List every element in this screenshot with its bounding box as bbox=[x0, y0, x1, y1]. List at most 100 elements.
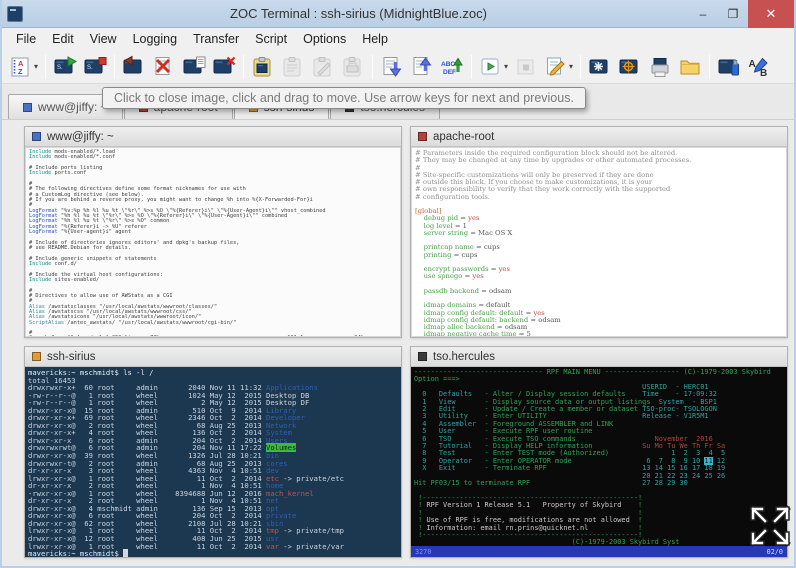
tooltip: Click to close image, click and drag to … bbox=[102, 87, 586, 109]
menu-logging[interactable]: Logging bbox=[125, 28, 186, 50]
window-title: ZOC Terminal : ssh-sirius (MidnightBlue.… bbox=[29, 6, 688, 21]
terminal-screen-ssh-sirius[interactable]: mavericks:~ mschmidt$ ls -l /total 16453… bbox=[25, 367, 401, 557]
colors-button[interactable] bbox=[715, 52, 743, 82]
terminal-line: Hit PF03/15 to terminate RPF 27 28 29 30 bbox=[414, 480, 784, 487]
session-overview-grid: www@jiffy: ~ Include mods-enabled/*.load… bbox=[2, 120, 794, 568]
close-button[interactable]: ✕ bbox=[748, 0, 794, 28]
disconnect-button[interactable] bbox=[150, 52, 178, 82]
run-script-button[interactable]: ▾ bbox=[477, 52, 510, 82]
terminal-line: passdb backend = odsam bbox=[415, 288, 783, 295]
paste-icon bbox=[251, 55, 275, 79]
terminal-screen-tso-hercules[interactable]: ------------------------------- RPF MAIN… bbox=[411, 367, 787, 557]
terminal-line: idmap negative cache time = 5 bbox=[415, 331, 783, 337]
new-session-icon bbox=[588, 55, 612, 79]
dropdown-caret-icon[interactable]: ▾ bbox=[504, 62, 508, 71]
tab-session-icon bbox=[23, 103, 32, 112]
maximize-button[interactable]: ❐ bbox=[718, 0, 748, 28]
terminal-line: # configuration tools. bbox=[415, 194, 783, 201]
send-file-button[interactable] bbox=[408, 52, 436, 82]
toolbar-separator bbox=[372, 55, 373, 79]
session-stop-icon: S. bbox=[83, 55, 107, 79]
terminal-line: mavericks:~ mschmidt$ ls -l / bbox=[28, 369, 398, 377]
pane-header[interactable]: www@jiffy: ~ bbox=[25, 127, 401, 147]
session-pane-apache-root: apache-root # Parameters inside the requ… bbox=[410, 126, 788, 338]
terminal-3270-status-bar: 327002/0 bbox=[411, 546, 787, 557]
paste-button[interactable] bbox=[249, 52, 277, 82]
sort-az-button[interactable]: AZ▾ bbox=[7, 52, 40, 82]
send-file-icon bbox=[410, 55, 434, 79]
toolbar: AZ▾S.S.ABCDEF▾▾AB bbox=[2, 50, 794, 84]
clipboard-print-icon bbox=[341, 55, 365, 79]
menu-view[interactable]: View bbox=[82, 28, 125, 50]
menu-file[interactable]: File bbox=[8, 28, 44, 50]
minimize-button[interactable]: – bbox=[688, 0, 718, 28]
stop-script-icon bbox=[514, 55, 538, 79]
disconnect-icon bbox=[152, 55, 176, 79]
menu-transfer[interactable]: Transfer bbox=[185, 28, 247, 50]
session-transcript-icon bbox=[182, 55, 206, 79]
run-script-icon bbox=[479, 55, 503, 79]
session-pane-www-jiffy: www@jiffy: ~ Include mods-enabled/*.load… bbox=[24, 126, 402, 338]
pane-title: www@jiffy: ~ bbox=[47, 131, 114, 143]
colors-icon bbox=[717, 55, 741, 79]
print-button[interactable] bbox=[646, 52, 674, 82]
toolbar-separator bbox=[709, 55, 710, 79]
menu-help[interactable]: Help bbox=[354, 28, 396, 50]
app-icon bbox=[7, 6, 23, 22]
svg-text:S.: S. bbox=[87, 65, 93, 71]
reconnect-button[interactable] bbox=[120, 52, 148, 82]
svg-text:B: B bbox=[760, 68, 767, 79]
menubar: FileEditViewLoggingTransferScriptOptions… bbox=[2, 28, 794, 50]
dropdown-caret-icon[interactable]: ▾ bbox=[569, 62, 573, 71]
pane-header[interactable]: apache-root bbox=[411, 127, 787, 147]
title-bar[interactable]: ZOC Terminal : ssh-sirius (MidnightBlue.… bbox=[2, 0, 794, 28]
session-start-button[interactable]: S. bbox=[51, 52, 79, 82]
send-text-icon: ABCDEF bbox=[440, 55, 464, 79]
copy-icon bbox=[281, 55, 305, 79]
menu-edit[interactable]: Edit bbox=[44, 28, 82, 50]
terminal-line: printing = cups bbox=[415, 252, 783, 259]
tab-label: www@jiffy: ~ bbox=[38, 100, 108, 114]
receive-file-button[interactable] bbox=[378, 52, 406, 82]
font-button[interactable]: AB bbox=[745, 52, 773, 82]
terminal-line: "apache2.conf" [readonly] 259 lines --73… bbox=[29, 336, 397, 337]
svg-text:DEF: DEF bbox=[443, 69, 456, 76]
svg-text:Z: Z bbox=[18, 67, 23, 76]
session-transcript-button[interactable] bbox=[180, 52, 208, 82]
session-status-icon bbox=[418, 352, 427, 361]
clipboard-print-button bbox=[339, 52, 367, 82]
terminal-line bbox=[415, 201, 783, 208]
session-status-icon bbox=[32, 352, 41, 361]
move-cursor-icon bbox=[744, 500, 796, 552]
send-text-button[interactable]: ABCDEF bbox=[438, 52, 466, 82]
connection-profile-button[interactable] bbox=[616, 52, 644, 82]
menu-options[interactable]: Options bbox=[295, 28, 354, 50]
terminal-line: ------------------------------- RPF MAIN… bbox=[414, 369, 784, 376]
receive-file-icon bbox=[380, 55, 404, 79]
pane-title: tso.hercules bbox=[433, 351, 495, 363]
terminal-screen-apache-root[interactable]: # Parameters inside the required configu… bbox=[411, 147, 787, 337]
pane-header[interactable]: ssh-sirius bbox=[25, 347, 401, 367]
toolbar-separator bbox=[243, 55, 244, 79]
session-status-icon bbox=[32, 132, 41, 141]
menu-script[interactable]: Script bbox=[247, 28, 295, 50]
new-session-button[interactable] bbox=[586, 52, 614, 82]
folder-icon bbox=[678, 55, 702, 79]
toolbar-separator bbox=[114, 55, 115, 79]
session-status-icon bbox=[418, 132, 427, 141]
terminal-line: mavericks:~ mschmidt$ bbox=[28, 550, 398, 557]
edit-script-icon bbox=[544, 55, 568, 79]
terminal-screen-www-jiffy[interactable]: Include mods-enabled/*.loadInclude mods-… bbox=[25, 147, 401, 337]
connection-profile-icon bbox=[618, 55, 642, 79]
zoc-terminal-window: ZOC Terminal : ssh-sirius (MidnightBlue.… bbox=[0, 0, 796, 568]
session-stop-button[interactable]: S. bbox=[81, 52, 109, 82]
edit-script-button[interactable]: ▾ bbox=[542, 52, 575, 82]
session-start-icon: S. bbox=[53, 55, 77, 79]
pane-header[interactable]: tso.hercules bbox=[411, 347, 787, 367]
dropdown-caret-icon[interactable]: ▾ bbox=[34, 62, 38, 71]
folder-button[interactable] bbox=[676, 52, 704, 82]
session-close-button[interactable] bbox=[210, 52, 238, 82]
session-close-icon bbox=[212, 55, 236, 79]
svg-text:S.: S. bbox=[57, 65, 63, 71]
pane-title: apache-root bbox=[433, 131, 494, 143]
